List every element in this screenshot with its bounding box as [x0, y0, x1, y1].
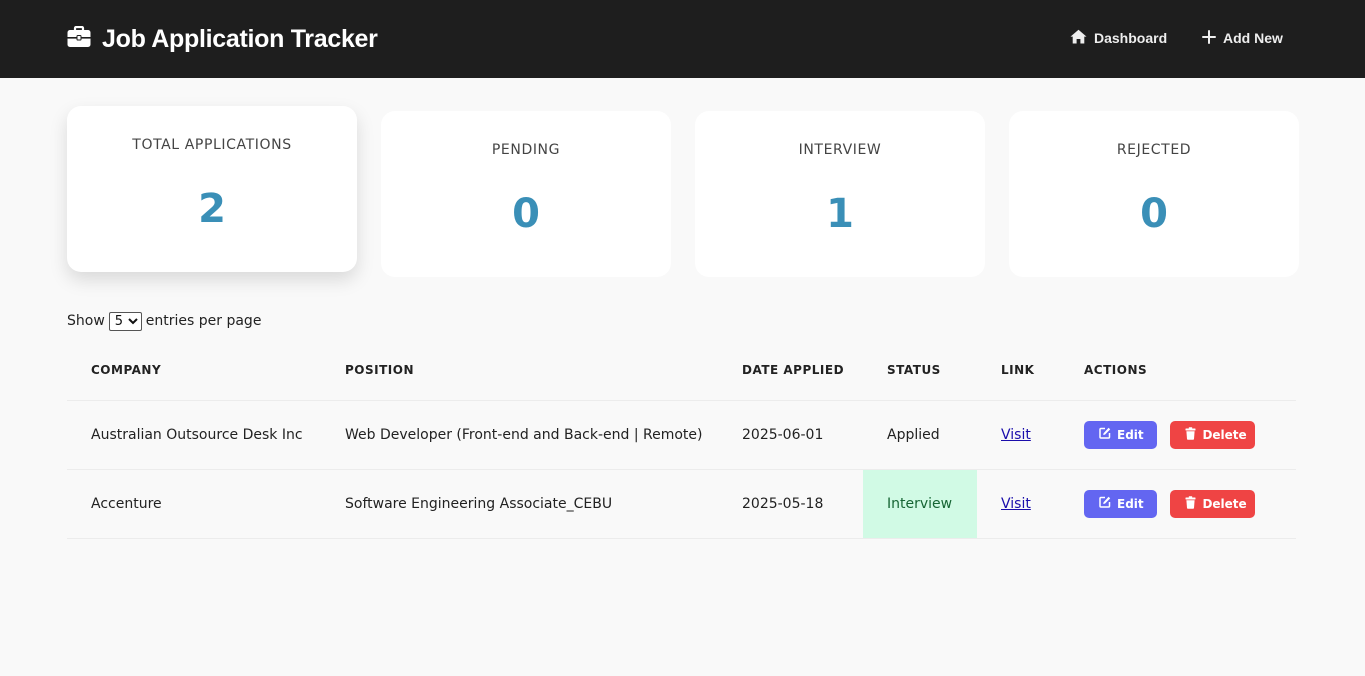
stat-card-pending: PENDING 0 — [381, 111, 671, 277]
cell-date-applied: 2025-05-18 — [718, 469, 863, 539]
visit-link[interactable]: Visit — [1001, 496, 1031, 512]
edit-button[interactable]: Edit — [1084, 489, 1157, 518]
stat-value: 1 — [826, 191, 854, 237]
cell-status: Interview — [863, 469, 977, 539]
entries-per-page-select[interactable]: 5 — [108, 311, 142, 331]
edit-icon — [1099, 496, 1111, 511]
nav-add-new[interactable]: Add New — [1202, 28, 1283, 48]
column-header-actions: ACTIONS — [1060, 340, 1296, 401]
nav-dashboard-label: Dashboard — [1094, 30, 1168, 46]
stat-card-total: TOTAL APPLICATIONS 2 — [67, 106, 357, 272]
stat-label: INTERVIEW — [798, 142, 882, 158]
nav-add-new-label: Add New — [1223, 30, 1283, 46]
cell-link: Visit — [977, 400, 1060, 470]
top-navbar: Job Application Tracker Dashboard Add Ne… — [0, 0, 1365, 78]
cell-date-applied: 2025-06-01 — [718, 400, 863, 470]
stat-value: 2 — [198, 186, 226, 232]
briefcase-icon — [67, 25, 91, 52]
edit-button-label: Edit — [1117, 496, 1144, 511]
home-icon — [1070, 29, 1087, 47]
cell-actions: Edit Delete — [1060, 469, 1296, 539]
table-header-row: COMPANY POSITION DATE APPLIED STATUS LIN… — [67, 340, 1296, 401]
column-header-position[interactable]: POSITION — [321, 340, 718, 401]
delete-button[interactable]: Delete — [1170, 489, 1256, 518]
entries-prefix: Show — [67, 313, 105, 329]
table-row: Accenture Software Engineering Associate… — [67, 469, 1296, 539]
edit-button[interactable]: Edit — [1084, 420, 1157, 449]
delete-button[interactable]: Delete — [1170, 420, 1256, 449]
edit-button-label: Edit — [1117, 427, 1144, 442]
table-row: Australian Outsource Desk Inc Web Develo… — [67, 400, 1296, 470]
cell-status: Applied — [863, 400, 977, 470]
stat-value: 0 — [512, 191, 540, 237]
trash-icon — [1185, 426, 1196, 443]
cell-actions: Edit Delete — [1060, 400, 1296, 470]
applications-table: COMPANY POSITION DATE APPLIED STATUS LIN… — [67, 340, 1296, 539]
column-header-status[interactable]: STATUS — [863, 340, 977, 401]
visit-link[interactable]: Visit — [1001, 427, 1031, 443]
stat-label: REJECTED — [1116, 142, 1192, 158]
plus-icon — [1202, 29, 1216, 47]
entries-suffix: entries per page — [145, 313, 262, 329]
trash-icon — [1185, 495, 1196, 512]
column-header-link[interactable]: LINK — [977, 340, 1060, 401]
stat-label: TOTAL APPLICATIONS — [132, 137, 292, 153]
app-title: Job Application Tracker — [102, 24, 378, 53]
brand[interactable]: Job Application Tracker — [67, 24, 378, 54]
cell-link: Visit — [977, 469, 1060, 539]
stat-label: PENDING — [491, 142, 561, 158]
column-header-company[interactable]: COMPANY — [67, 340, 321, 401]
cell-position: Web Developer (Front-end and Back-end | … — [321, 400, 718, 470]
delete-button-label: Delete — [1202, 427, 1247, 442]
stat-value: 0 — [1140, 191, 1168, 237]
stat-card-rejected: REJECTED 0 — [1009, 111, 1299, 277]
cell-company: Australian Outsource Desk Inc — [67, 400, 321, 470]
edit-icon — [1099, 427, 1111, 442]
cell-position: Software Engineering Associate_CEBU — [321, 469, 718, 539]
delete-button-label: Delete — [1202, 496, 1247, 511]
nav-dashboard[interactable]: Dashboard — [1070, 28, 1167, 48]
column-header-date-applied[interactable]: DATE APPLIED — [718, 340, 863, 401]
cell-company: Accenture — [67, 469, 321, 539]
entries-control: Show 5 entries per page — [67, 311, 261, 331]
stat-card-interview: INTERVIEW 1 — [695, 111, 985, 277]
